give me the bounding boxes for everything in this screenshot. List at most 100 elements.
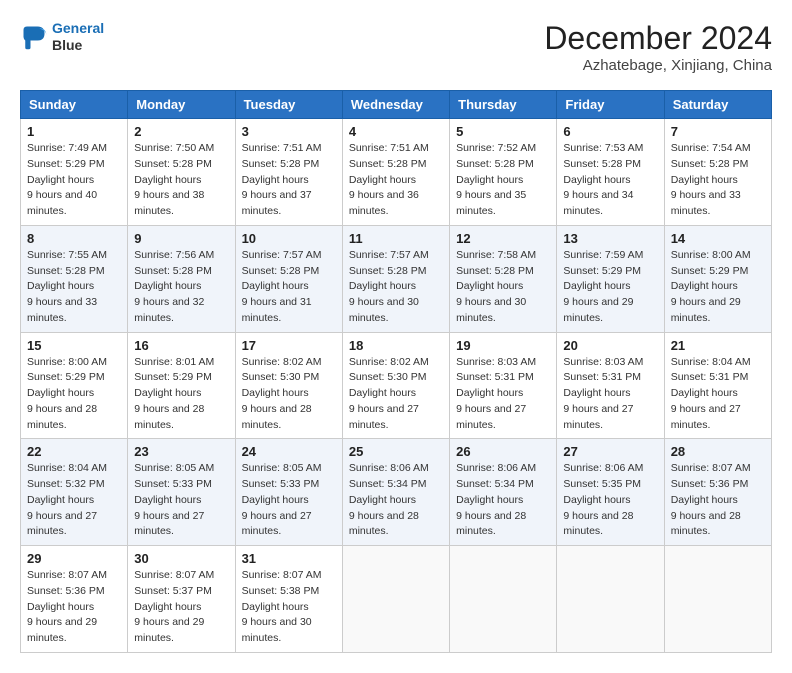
day-info: Sunrise: 7:57 AM Sunset: 5:28 PM Dayligh…	[242, 248, 336, 327]
sunset-label: Sunset: 5:33 PM	[134, 478, 212, 490]
sunset-label: Sunset: 5:37 PM	[134, 585, 212, 597]
sunset-label: Sunset: 5:31 PM	[456, 371, 534, 383]
sunrise-label: Sunrise: 8:01 AM	[134, 356, 214, 368]
sunset-label: Sunset: 5:35 PM	[563, 478, 641, 490]
day-info: Sunrise: 8:04 AM Sunset: 5:31 PM Dayligh…	[671, 355, 765, 434]
sunset-label: Sunset: 5:30 PM	[349, 371, 427, 383]
daylight-label: Daylight hours	[349, 280, 416, 292]
calendar-cell: 16 Sunrise: 8:01 AM Sunset: 5:29 PM Dayl…	[128, 332, 235, 439]
weekday-header: Tuesday	[235, 91, 342, 119]
day-number: 30	[134, 551, 228, 566]
daylight-label: Daylight hours	[563, 280, 630, 292]
calendar-cell: 15 Sunrise: 8:00 AM Sunset: 5:29 PM Dayl…	[21, 332, 128, 439]
daylight-duration: 9 hours and 28 minutes.	[134, 403, 204, 431]
sunrise-label: Sunrise: 7:49 AM	[27, 142, 107, 154]
day-number: 31	[242, 551, 336, 566]
sunrise-label: Sunrise: 7:51 AM	[349, 142, 429, 154]
day-info: Sunrise: 8:05 AM Sunset: 5:33 PM Dayligh…	[134, 461, 228, 540]
day-number: 14	[671, 231, 765, 246]
calendar-cell: 3 Sunrise: 7:51 AM Sunset: 5:28 PM Dayli…	[235, 119, 342, 226]
daylight-label: Daylight hours	[134, 387, 201, 399]
sunset-label: Sunset: 5:34 PM	[349, 478, 427, 490]
weekday-header: Thursday	[450, 91, 557, 119]
sunrise-label: Sunrise: 7:53 AM	[563, 142, 643, 154]
day-number: 9	[134, 231, 228, 246]
sunrise-label: Sunrise: 8:02 AM	[349, 356, 429, 368]
day-info: Sunrise: 8:02 AM Sunset: 5:30 PM Dayligh…	[242, 355, 336, 434]
calendar-cell: 27 Sunrise: 8:06 AM Sunset: 5:35 PM Dayl…	[557, 439, 664, 546]
daylight-label: Daylight hours	[456, 280, 523, 292]
day-number: 21	[671, 338, 765, 353]
sunset-label: Sunset: 5:29 PM	[27, 371, 105, 383]
sunrise-label: Sunrise: 8:07 AM	[27, 569, 107, 581]
weekday-row: SundayMondayTuesdayWednesdayThursdayFrid…	[21, 91, 772, 119]
daylight-label: Daylight hours	[563, 387, 630, 399]
sunset-label: Sunset: 5:28 PM	[242, 158, 320, 170]
calendar-week-row: 8 Sunrise: 7:55 AM Sunset: 5:28 PM Dayli…	[21, 225, 772, 332]
day-number: 28	[671, 444, 765, 459]
day-number: 6	[563, 124, 657, 139]
weekday-header: Monday	[128, 91, 235, 119]
day-info: Sunrise: 7:49 AM Sunset: 5:29 PM Dayligh…	[27, 141, 121, 220]
calendar-cell: 11 Sunrise: 7:57 AM Sunset: 5:28 PM Dayl…	[342, 225, 449, 332]
calendar-cell: 19 Sunrise: 8:03 AM Sunset: 5:31 PM Dayl…	[450, 332, 557, 439]
sunrise-label: Sunrise: 8:04 AM	[27, 462, 107, 474]
day-info: Sunrise: 7:53 AM Sunset: 5:28 PM Dayligh…	[563, 141, 657, 220]
daylight-duration: 9 hours and 28 minutes.	[456, 510, 526, 538]
daylight-duration: 9 hours and 37 minutes.	[242, 189, 312, 217]
daylight-duration: 9 hours and 31 minutes.	[242, 296, 312, 324]
sunrise-label: Sunrise: 8:00 AM	[671, 249, 751, 261]
day-number: 25	[349, 444, 443, 459]
sunset-label: Sunset: 5:28 PM	[456, 265, 534, 277]
calendar-cell: 1 Sunrise: 7:49 AM Sunset: 5:29 PM Dayli…	[21, 119, 128, 226]
calendar-cell: 24 Sunrise: 8:05 AM Sunset: 5:33 PM Dayl…	[235, 439, 342, 546]
sunset-label: Sunset: 5:36 PM	[671, 478, 749, 490]
day-number: 3	[242, 124, 336, 139]
calendar-cell: 21 Sunrise: 8:04 AM Sunset: 5:31 PM Dayl…	[664, 332, 771, 439]
day-number: 16	[134, 338, 228, 353]
day-number: 24	[242, 444, 336, 459]
sunrise-label: Sunrise: 8:06 AM	[563, 462, 643, 474]
daylight-duration: 9 hours and 34 minutes.	[563, 189, 633, 217]
page-header: General Blue December 2024 Azhatebage, X…	[20, 20, 772, 74]
day-info: Sunrise: 8:07 AM Sunset: 5:36 PM Dayligh…	[671, 461, 765, 540]
daylight-duration: 9 hours and 35 minutes.	[456, 189, 526, 217]
day-number: 2	[134, 124, 228, 139]
sunset-label: Sunset: 5:30 PM	[242, 371, 320, 383]
calendar-cell: 13 Sunrise: 7:59 AM Sunset: 5:29 PM Dayl…	[557, 225, 664, 332]
day-info: Sunrise: 7:51 AM Sunset: 5:28 PM Dayligh…	[349, 141, 443, 220]
sunrise-label: Sunrise: 8:07 AM	[242, 569, 322, 581]
sunrise-label: Sunrise: 8:00 AM	[27, 356, 107, 368]
calendar-cell: 26 Sunrise: 8:06 AM Sunset: 5:34 PM Dayl…	[450, 439, 557, 546]
daylight-duration: 9 hours and 38 minutes.	[134, 189, 204, 217]
day-number: 22	[27, 444, 121, 459]
daylight-label: Daylight hours	[134, 280, 201, 292]
daylight-label: Daylight hours	[671, 387, 738, 399]
day-number: 27	[563, 444, 657, 459]
calendar-cell: 30 Sunrise: 8:07 AM Sunset: 5:37 PM Dayl…	[128, 546, 235, 653]
daylight-label: Daylight hours	[671, 174, 738, 186]
location: Azhatebage, Xinjiang, China	[544, 57, 772, 74]
day-number: 26	[456, 444, 550, 459]
daylight-duration: 9 hours and 30 minutes.	[242, 616, 312, 644]
daylight-duration: 9 hours and 27 minutes.	[671, 403, 741, 431]
sunset-label: Sunset: 5:28 PM	[134, 265, 212, 277]
daylight-label: Daylight hours	[242, 494, 309, 506]
daylight-duration: 9 hours and 29 minutes.	[134, 616, 204, 644]
calendar-cell: 12 Sunrise: 7:58 AM Sunset: 5:28 PM Dayl…	[450, 225, 557, 332]
calendar-cell: 9 Sunrise: 7:56 AM Sunset: 5:28 PM Dayli…	[128, 225, 235, 332]
daylight-duration: 9 hours and 40 minutes.	[27, 189, 97, 217]
month-title: December 2024	[544, 20, 772, 57]
logo-text: General Blue	[52, 20, 104, 54]
sunrise-label: Sunrise: 8:07 AM	[134, 569, 214, 581]
sunrise-label: Sunrise: 8:03 AM	[563, 356, 643, 368]
calendar-cell: 18 Sunrise: 8:02 AM Sunset: 5:30 PM Dayl…	[342, 332, 449, 439]
sunset-label: Sunset: 5:29 PM	[134, 371, 212, 383]
calendar: SundayMondayTuesdayWednesdayThursdayFrid…	[20, 90, 772, 653]
calendar-cell: 10 Sunrise: 7:57 AM Sunset: 5:28 PM Dayl…	[235, 225, 342, 332]
daylight-duration: 9 hours and 28 minutes.	[27, 403, 97, 431]
day-info: Sunrise: 8:07 AM Sunset: 5:38 PM Dayligh…	[242, 568, 336, 647]
day-number: 23	[134, 444, 228, 459]
sunrise-label: Sunrise: 7:51 AM	[242, 142, 322, 154]
calendar-cell	[664, 546, 771, 653]
